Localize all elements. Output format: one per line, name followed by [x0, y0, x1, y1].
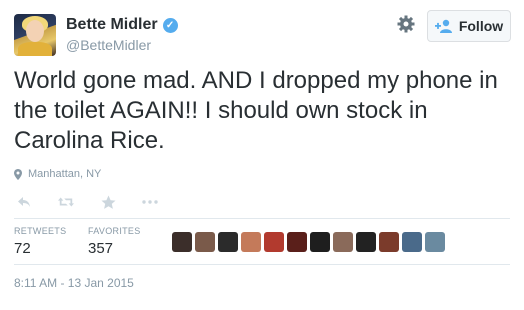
- favoriter-avatar[interactable]: [310, 232, 330, 252]
- tweet-timestamp[interactable]: 8:11 AM - 13 Jan 2015: [14, 276, 134, 290]
- add-user-icon: [434, 19, 452, 33]
- follow-button-label: Follow: [458, 18, 504, 34]
- gear-icon[interactable]: [396, 14, 416, 34]
- favoriter-avatar[interactable]: [241, 232, 261, 252]
- more-button[interactable]: [142, 194, 158, 210]
- favoriter-avatars: [172, 232, 445, 252]
- avatar-face: [26, 20, 44, 42]
- favoriter-avatar[interactable]: [195, 232, 215, 252]
- tweet-text: World gone mad. AND I dropped my phone i…: [14, 67, 498, 154]
- divider-top: [14, 218, 510, 219]
- location-text: Manhattan, NY: [28, 168, 102, 180]
- retweets-count: 72: [14, 240, 31, 257]
- favoriter-avatar[interactable]: [172, 232, 192, 252]
- more-icon: [142, 200, 158, 204]
- favoriter-avatar[interactable]: [356, 232, 376, 252]
- retweets-stat[interactable]: RETWEETS 72: [14, 226, 66, 257]
- favoriter-avatar[interactable]: [264, 232, 284, 252]
- favorites-stat[interactable]: FAVORITES 357: [88, 226, 141, 257]
- user-handle[interactable]: @BetteMidler: [66, 37, 151, 53]
- tweet-location[interactable]: Manhattan, NY: [14, 168, 101, 180]
- favoriter-avatar[interactable]: [425, 232, 445, 252]
- follow-button[interactable]: Follow: [427, 10, 511, 42]
- user-avatar[interactable]: [14, 14, 56, 56]
- retweet-button[interactable]: [58, 194, 74, 210]
- reply-button[interactable]: [16, 194, 32, 210]
- favoriter-avatar[interactable]: [218, 232, 238, 252]
- avatar-shirt: [18, 42, 52, 56]
- favorites-count: 357: [88, 240, 114, 257]
- retweets-label: RETWEETS: [14, 226, 67, 236]
- map-pin-icon: [14, 168, 22, 180]
- favoriter-avatar[interactable]: [379, 232, 399, 252]
- favorites-label: FAVORITES: [88, 226, 141, 236]
- favorite-icon: [101, 195, 115, 209]
- verified-icon: ✓: [162, 17, 178, 33]
- favorite-button[interactable]: [100, 194, 116, 210]
- favoriter-avatar[interactable]: [333, 232, 353, 252]
- retweet-icon: [58, 197, 74, 207]
- favoriter-avatar[interactable]: [287, 232, 307, 252]
- favoriter-avatar[interactable]: [402, 232, 422, 252]
- reply-icon: [18, 197, 30, 207]
- tweet-actions: [16, 194, 184, 210]
- user-name[interactable]: Bette Midler ✓: [66, 16, 178, 34]
- user-name-text: Bette Midler: [66, 16, 158, 33]
- divider-bottom: [14, 264, 510, 265]
